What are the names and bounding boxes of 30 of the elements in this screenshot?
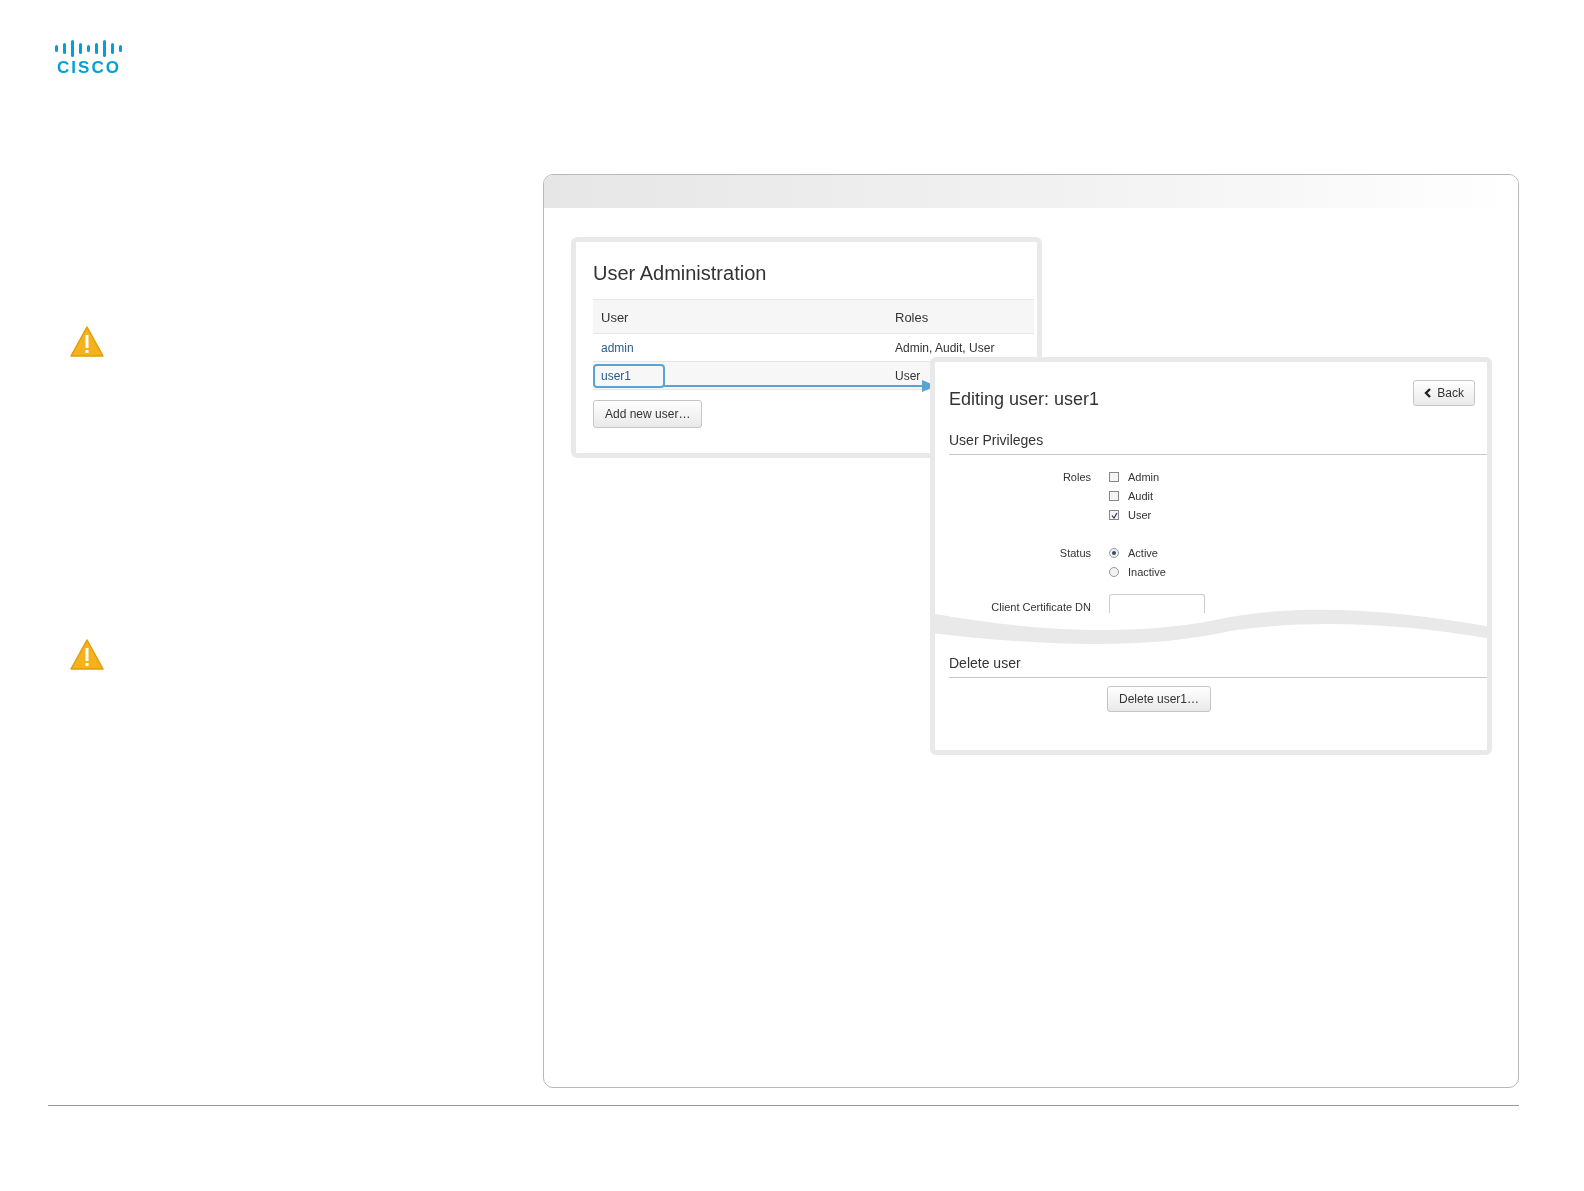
column-header: Roles	[887, 299, 1034, 334]
logo-bars-icon	[54, 40, 124, 57]
logo-text: CISCO	[57, 59, 121, 76]
field-label: Roles	[1061, 471, 1091, 485]
user-link[interactable]: admin	[601, 340, 634, 355]
option-label: User	[1128, 509, 1152, 521]
user-link[interactable]: user1	[593, 363, 666, 388]
back-button[interactable]: Back	[1413, 380, 1475, 406]
checkbox[interactable]	[1109, 491, 1119, 501]
checkbox[interactable]	[1109, 472, 1119, 482]
card-title: User Administration	[593, 262, 768, 285]
option-label: Audit	[1128, 490, 1154, 502]
text-field[interactable]	[1109, 594, 1205, 613]
add-user-button[interactable]: Add new user…	[593, 400, 703, 428]
warning-icon	[70, 326, 104, 357]
section-heading: Delete user	[949, 655, 1487, 678]
delete-user-button[interactable]: Delete user1…	[1107, 686, 1212, 712]
chevron-left-icon	[1424, 388, 1432, 398]
panel-title: Editing user: user1	[949, 389, 1100, 410]
column-header: User	[593, 299, 887, 334]
radio-button[interactable]	[1109, 548, 1119, 558]
option-label: Inactive	[1128, 566, 1166, 578]
field-label: Client Certificate DN	[990, 601, 1091, 613]
field-label: Status	[1058, 547, 1091, 561]
option-label: Admin	[1128, 471, 1160, 483]
section-heading: User Privileges	[949, 432, 1487, 455]
warning-icon	[70, 639, 104, 670]
checkbox[interactable]	[1109, 510, 1119, 520]
option-label: Active	[1128, 547, 1158, 559]
radio-button[interactable]	[1109, 567, 1119, 577]
